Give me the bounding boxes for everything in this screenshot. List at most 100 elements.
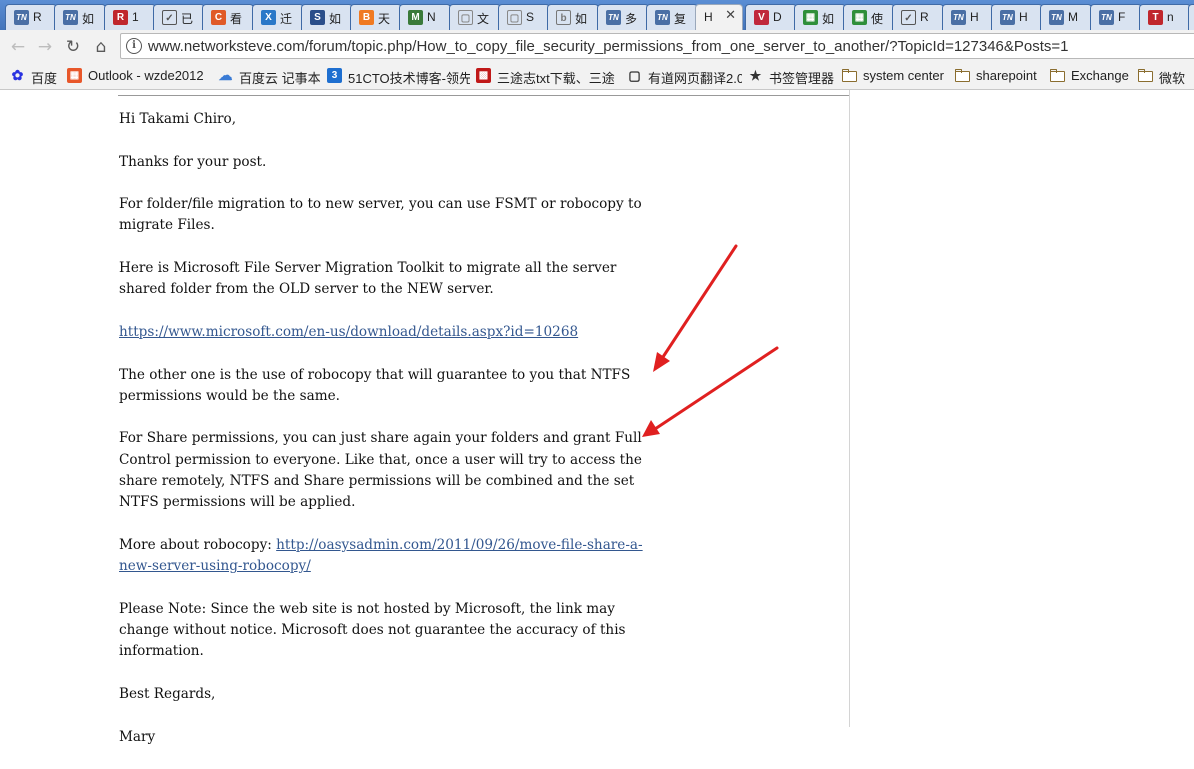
browser-tab[interactable]: TN H [991,4,1043,30]
browser-tab[interactable]: ▦ 如 [794,4,846,30]
browser-tab[interactable]: TN 如 [54,4,106,30]
tab-title: n [1167,10,1174,24]
bookmark-label: 书签管理器 [769,71,835,85]
tab-close-icon[interactable]: ✕ [725,8,736,23]
sidebar-divider [849,90,850,727]
tab-title: 多 [625,12,638,26]
browser-tab[interactable]: TN 多 [597,4,649,30]
browser-tab[interactable]: H ✕ [695,4,743,30]
browser-tab[interactable]: R1 [104,4,156,30]
bookmark-item[interactable]: ▩ 三途志txt下载、三途 [476,67,621,85]
browser-tab[interactable]: TNM [1188,4,1194,30]
browser-tab[interactable]: ✓ R [892,4,944,30]
tn-icon: TN [14,10,29,25]
bookmark-label: 51CTO技术博客-领先 [348,71,470,85]
t-icon: T [1148,10,1163,25]
windows-icon: ▦ [803,10,818,25]
reload-icon[interactable]: ↻ [62,36,84,58]
bookmark-item[interactable]: ▢ 有道网页翻译2.0 [627,67,742,85]
tab-title: H [704,10,713,24]
bookmark-item[interactable]: 3 51CTO技术博客-领先 [327,67,470,85]
windows-icon: ▦ [67,68,82,83]
bookmark-item[interactable]: ★ 书签管理器 [748,67,836,85]
address-bar[interactable]: i www.networksteve.com/forum/topic.php/H… [120,33,1194,59]
post-paragraph-share: For Share permissions, you can just shar… [119,430,642,511]
home-icon[interactable]: ⌂ [90,36,112,58]
tab-title: 迁 [280,12,293,26]
browser-tab[interactable]: MN [399,4,451,30]
browser-tab[interactable]: ▢ 文 [449,4,501,30]
grid-icon: ▩ [476,68,491,83]
tn-text-icon: TN [1099,10,1114,25]
blogger-icon: B [359,10,374,25]
post-paragraph-fsmt: Here is Microsoft File Server Migration … [119,260,617,298]
star-icon: ★ [749,68,762,83]
tab-title: R [920,10,929,24]
bookmark-label: sharepoint [976,68,1037,83]
browser-tab[interactable]: ✓ 已 [153,4,205,30]
tn-icon: TN [951,10,966,25]
forum-post-body: Hi Takami Chiro, Thanks for your post. F… [119,109,664,769]
post-closing: Best Regards, [119,686,216,703]
browser-tab[interactable]: TN R [5,4,57,30]
forum-page: Hi Takami Chiro, Thanks for your post. F… [0,90,1194,745]
bookmark-item[interactable]: system center [842,67,949,85]
browser-tab[interactable]: VD [745,4,797,30]
v-icon: V [754,10,769,25]
bookmark-item[interactable]: Exchange [1050,67,1132,85]
fsmt-download-link[interactable]: https://www.microsoft.com/en-us/download… [119,324,578,340]
tab-title: F [1118,10,1126,24]
bookmark-item[interactable]: 微软 [1138,67,1188,85]
post-disclaimer-note: Please Note: Since the web site is not h… [119,600,626,660]
monitor-icon: M [408,10,423,25]
tab-title: 1 [132,10,139,24]
forward-arrow-icon[interactable]: → [34,36,56,58]
bookmark-label: Outlook - wzde2012 [88,68,204,83]
post-divider [118,95,849,96]
browser-tab[interactable]: TN 复 [646,4,698,30]
browser-tab[interactable]: X迁 [252,4,304,30]
cloud-icon: ☁ [218,67,233,83]
bookmark-label: 百度 [31,71,58,85]
document-icon: ▢ [458,10,473,25]
tab-title: S [526,10,535,24]
back-arrow-icon[interactable]: ← [7,36,29,58]
browser-tab[interactable]: Tn [1139,4,1191,30]
bookmark-item[interactable]: sharepoint [955,67,1044,85]
browser-tab[interactable]: TN H [942,4,994,30]
browser-tab[interactable]: TNM [1040,4,1092,30]
bookmark-label: 有道网页翻译2.0 [648,71,742,85]
browser-tab[interactable]: TN F [1090,4,1142,30]
folder-icon [955,68,970,83]
tab-title: 已 [181,12,194,26]
bookmark-item[interactable]: ☁ 百度云 记事本 [218,67,321,86]
tab-title: 文 [477,12,490,26]
tab-title: D [773,10,782,24]
browser-tab[interactable]: S如 [301,4,353,30]
post-thanks: Thanks for your post. [119,153,267,170]
post-greeting: Hi Takami Chiro, [119,111,237,127]
paw-icon: ✿ [11,67,24,83]
browser-tab[interactable]: ▦ 使 [843,4,895,30]
browser-tab[interactable]: C看 [202,4,254,30]
tab-title: 复 [674,12,687,26]
more-robocopy-label: More about robocopy: [119,536,277,553]
tab-strip: TN R TN 如 R 1 ✓ 已 C 看 X 迁 S 如 B 天 M N ▢ 文 ▢ Sb 如 TN 多 TN 复 H ✕ V D ▦ 如 ▦ 使… [0,0,1194,30]
tab-title: M [1068,10,1078,24]
folder-icon [1050,68,1065,83]
red-arrow-ntfs [653,244,738,372]
page-info-icon[interactable]: i [126,38,142,54]
tn-icon: TN [606,10,621,25]
bookmark-item[interactable]: ▦ Outlook - wzde2012 [67,67,212,85]
bookmark-label: 微软 [1159,71,1186,85]
bookmark-item[interactable]: ✿ 百度 [10,67,61,86]
url-text[interactable]: www.networksteve.com/forum/topic.php/How… [148,38,1069,55]
browser-tab[interactable]: B天 [350,4,402,30]
tab-title: H [1019,10,1028,24]
post-signature: Mary [119,728,156,745]
s-icon: S [310,10,325,25]
browser-tab[interactable]: b如 [547,4,599,30]
folder-icon [1138,68,1153,83]
tab-title: N [427,10,436,24]
browser-tab[interactable]: ▢ S [498,4,550,30]
